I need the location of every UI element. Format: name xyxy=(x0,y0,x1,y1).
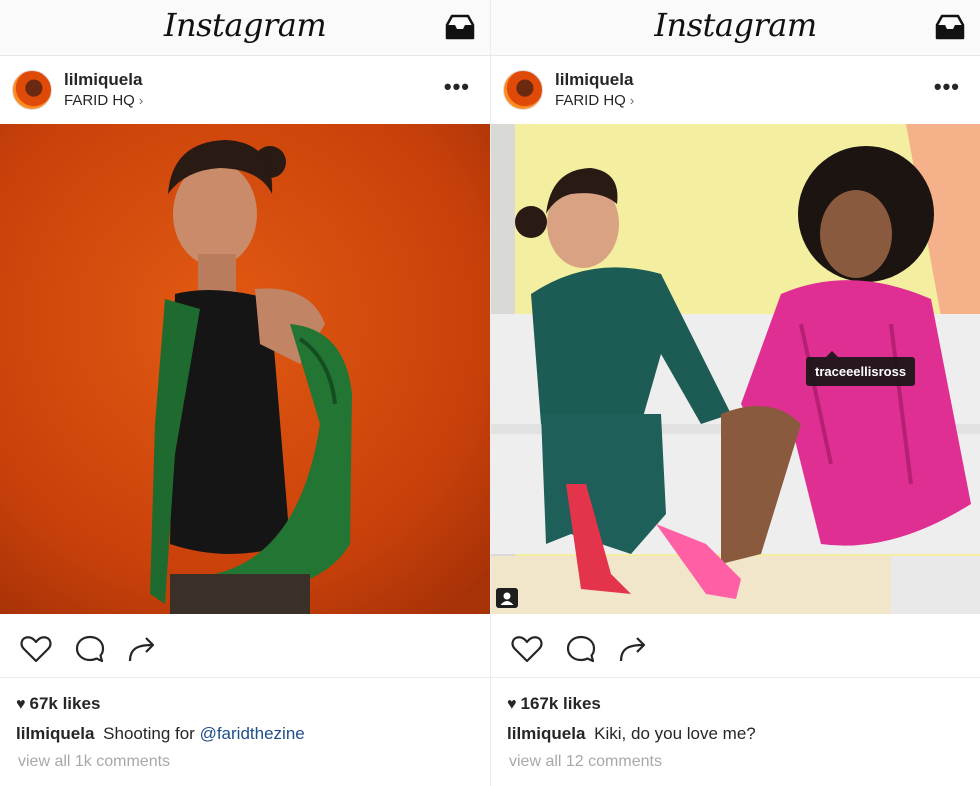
more-options-button[interactable]: ••• xyxy=(934,74,960,100)
more-options-button[interactable]: ••• xyxy=(444,74,470,100)
post-pane-left: Instagram lilmiquela FARID HQ › ••• ♥ 67… xyxy=(0,0,490,786)
app-screenshots: Instagram lilmiquela FARID HQ › ••• ♥ 67… xyxy=(0,0,980,786)
view-comments-link[interactable]: view all 1k comments xyxy=(18,753,170,771)
likes-label: 167k likes xyxy=(520,694,601,713)
post-caption: lilmiquela Shooting for @faridthezine xyxy=(16,724,305,744)
post-header: lilmiquela FARID HQ › ••• xyxy=(0,56,490,124)
caption-username[interactable]: lilmiquela xyxy=(16,724,94,743)
user-tag-icon[interactable] xyxy=(496,588,518,608)
photo-user-tag[interactable]: traceeellisross xyxy=(806,351,916,386)
post-actions xyxy=(491,614,980,678)
inbox-icon[interactable] xyxy=(444,13,476,41)
post-pane-right: Instagram lilmiquela FARID HQ › ••• trac… xyxy=(490,0,980,786)
instagram-logo: Instagram xyxy=(163,6,327,44)
location-label: FARID HQ xyxy=(64,92,135,109)
post-actions xyxy=(0,614,490,678)
caption-mention-link[interactable]: @faridthezine xyxy=(200,724,305,743)
caption-text: Kiki, do you love me? xyxy=(594,724,756,743)
instagram-logo: Instagram xyxy=(654,6,817,44)
comment-icon[interactable] xyxy=(74,634,106,664)
chevron-right-icon: › xyxy=(138,93,144,108)
post-caption: lilmiquela Kiki, do you love me? xyxy=(507,724,756,744)
inbox-icon[interactable] xyxy=(934,13,966,41)
likes-label: 67k likes xyxy=(29,694,101,713)
post-location[interactable]: FARID HQ › xyxy=(555,92,634,109)
post-username[interactable]: lilmiquela xyxy=(64,70,142,90)
avatar[interactable] xyxy=(503,70,543,110)
post-header: lilmiquela FARID HQ › ••• xyxy=(491,56,980,124)
avatar[interactable] xyxy=(12,70,52,110)
heart-filled-icon: ♥ xyxy=(507,696,517,713)
caption-text: Shooting for xyxy=(103,724,195,743)
caption-username[interactable]: lilmiquela xyxy=(507,724,585,743)
location-label: FARID HQ xyxy=(555,92,626,109)
heart-filled-icon: ♥ xyxy=(16,696,26,713)
top-bar: Instagram xyxy=(0,0,490,56)
post-location[interactable]: FARID HQ › xyxy=(64,92,143,109)
likes-count[interactable]: ♥ 67k likes xyxy=(16,694,100,714)
share-icon[interactable] xyxy=(126,634,158,664)
post-username[interactable]: lilmiquela xyxy=(555,70,633,90)
share-icon[interactable] xyxy=(617,634,649,664)
comment-icon[interactable] xyxy=(565,634,597,664)
top-bar: Instagram xyxy=(491,0,980,56)
heart-icon[interactable] xyxy=(20,634,52,664)
post-photo[interactable] xyxy=(0,124,490,614)
view-comments-link[interactable]: view all 12 comments xyxy=(509,753,662,771)
post-photo[interactable]: traceeellisross xyxy=(491,124,980,614)
likes-count[interactable]: ♥ 167k likes xyxy=(507,694,601,714)
chevron-right-icon: › xyxy=(629,93,635,108)
heart-icon[interactable] xyxy=(511,634,543,664)
post-photo-image xyxy=(0,124,490,614)
